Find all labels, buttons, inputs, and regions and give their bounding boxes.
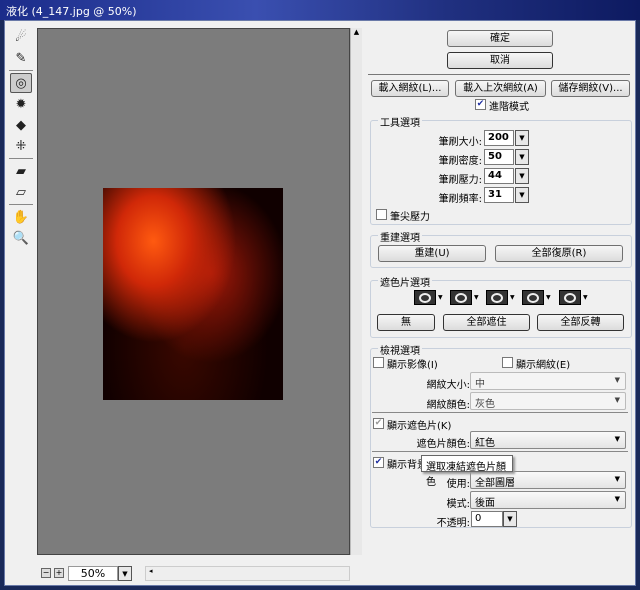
freeze-mask-tool-icon[interactable]: ▰ xyxy=(10,161,32,181)
reconstruct-tool-icon[interactable]: ✎ xyxy=(10,48,32,68)
reconstruct-button[interactable]: 重建(U) xyxy=(378,245,486,262)
scroll-up-icon[interactable]: ▲ xyxy=(351,28,362,36)
brush-pressure-field[interactable]: 44 xyxy=(484,168,514,184)
brush-pressure-label: 筆刷壓力: xyxy=(438,175,482,186)
pucker-tool-icon[interactable]: ✹ xyxy=(10,94,32,114)
zoom-level-field[interactable]: 50% xyxy=(68,566,118,581)
vertical-scrollbar[interactable]: ▲ xyxy=(350,28,362,555)
tool-options-title: 工具選項 xyxy=(378,114,422,129)
mode-label: 模式: xyxy=(446,499,470,510)
zoom-bar: − + 50% ▼ ◂ xyxy=(37,565,362,583)
zoom-out-button[interactable]: − xyxy=(41,568,51,578)
brush-density-field[interactable]: 50 xyxy=(484,149,514,165)
show-image-label: 顯示影像(I) xyxy=(387,360,438,371)
add-to-selection-icon[interactable] xyxy=(450,290,472,305)
mask-options-title: 遮色片選項 xyxy=(378,274,432,289)
invert-all-button[interactable]: 全部反轉 xyxy=(537,314,624,331)
stylus-pressure-label: 筆尖壓力 xyxy=(390,212,430,223)
hand-tool-icon[interactable]: ✋ xyxy=(10,207,32,227)
brush-size-dropdown[interactable]: ▼ xyxy=(515,130,529,146)
opacity-label: 不透明: xyxy=(436,518,470,529)
bloat-tool-icon[interactable]: ◆ xyxy=(10,115,32,135)
invert-selection-icon[interactable] xyxy=(559,290,581,305)
brush-density-label: 筆刷密度: xyxy=(438,156,482,167)
restore-all-button[interactable]: 全部復原(R) xyxy=(495,245,623,262)
show-mask-checkbox[interactable]: ✔ xyxy=(373,418,384,429)
use-select[interactable]: 全部圖層 ▼ xyxy=(470,471,626,489)
advanced-mode-label: 進階模式 xyxy=(489,102,529,113)
brush-size-label: 筆刷大小: xyxy=(438,137,482,148)
title-bar: 液化 (4_147.jpg @ 50%) xyxy=(0,0,640,20)
mode-select[interactable]: 後面 ▼ xyxy=(470,491,626,509)
mesh-size-select[interactable]: 中 ▼ xyxy=(470,372,626,390)
mask-none-button[interactable]: 無 xyxy=(377,314,435,331)
zoom-tool-icon[interactable]: 🔍 xyxy=(10,228,32,248)
horizontal-scrollbar[interactable]: ◂ xyxy=(145,566,350,581)
tooltip: 選取凍結遮色片顏色 xyxy=(421,455,513,488)
toolbar: ☄ ✎ ◎ ✹ ◆ ⁜ ▰ ▱ ✋ 🔍 xyxy=(8,26,34,249)
advanced-mode-checkbox[interactable]: ✔ xyxy=(475,99,486,110)
brush-rate-field[interactable]: 31 xyxy=(484,187,514,203)
intersect-selection-icon[interactable] xyxy=(522,290,544,305)
show-image-checkbox[interactable] xyxy=(373,357,384,368)
brush-density-dropdown[interactable]: ▼ xyxy=(515,149,529,165)
cancel-button[interactable]: 取消 xyxy=(447,52,553,69)
stylus-pressure-checkbox[interactable] xyxy=(376,209,387,220)
thaw-mask-tool-icon[interactable]: ▱ xyxy=(10,182,32,202)
zoom-dropdown-button[interactable]: ▼ xyxy=(118,566,132,581)
load-mesh-button[interactable]: 載入網紋(L)... xyxy=(371,80,449,97)
mesh-size-label: 網紋大小: xyxy=(426,380,470,391)
brush-size-field[interactable]: 200 xyxy=(484,130,514,146)
load-last-mesh-button[interactable]: 載入上次網紋(A) xyxy=(455,80,546,97)
show-backdrop-checkbox[interactable]: ✔ xyxy=(373,457,384,468)
brush-rate-dropdown[interactable]: ▼ xyxy=(515,187,529,203)
forward-warp-tool-icon[interactable]: ☄ xyxy=(10,27,32,47)
show-mesh-label: 顯示網紋(E) xyxy=(516,360,571,371)
opacity-field[interactable]: 0 xyxy=(471,511,503,527)
brush-rate-label: 筆刷頻率: xyxy=(438,194,482,205)
mask-color-label: 遮色片顏色: xyxy=(416,439,470,450)
subtract-from-selection-icon[interactable] xyxy=(486,290,508,305)
reconstruct-options-title: 重建選項 xyxy=(378,229,422,244)
push-left-tool-icon[interactable]: ⁜ xyxy=(10,136,32,156)
mask-color-select[interactable]: 紅色 ▼ xyxy=(470,431,626,449)
preview-image[interactable] xyxy=(103,188,283,400)
opacity-dropdown[interactable]: ▼ xyxy=(503,511,517,527)
mesh-color-label: 網紋顏色: xyxy=(426,400,470,411)
mask-all-button[interactable]: 全部遮住 xyxy=(443,314,530,331)
brush-pressure-dropdown[interactable]: ▼ xyxy=(515,168,529,184)
show-mask-label: 顯示遮色片(K) xyxy=(387,421,452,432)
replace-selection-icon[interactable] xyxy=(414,290,436,305)
show-mesh-checkbox[interactable] xyxy=(502,357,513,368)
mesh-color-select[interactable]: 灰色 ▼ xyxy=(470,392,626,410)
save-mesh-button[interactable]: 儲存網紋(V)... xyxy=(551,80,630,97)
view-options-title: 檢視選項 xyxy=(378,342,422,357)
twirl-tool-icon[interactable]: ◎ xyxy=(10,73,32,93)
zoom-in-button[interactable]: + xyxy=(54,568,64,578)
ok-button[interactable]: 確定 xyxy=(447,30,553,47)
